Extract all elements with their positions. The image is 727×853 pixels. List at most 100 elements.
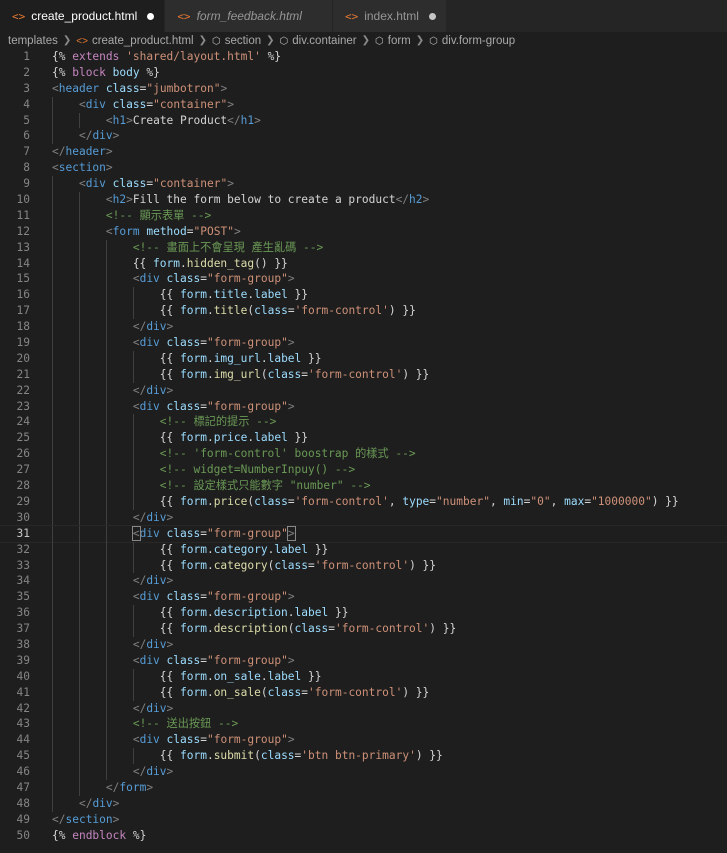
tab-form-feedback-html[interactable]: <> form_feedback.html xyxy=(165,0,333,32)
code-line[interactable]: 13 <!-- 畫面上不會呈現 產生亂碼 --> xyxy=(0,239,727,256)
code-token: hidden_tag xyxy=(186,256,255,270)
code-line[interactable]: 33 {{ form.category(class='form-control'… xyxy=(0,557,727,574)
code-line[interactable]: 50 {% endblock %} xyxy=(0,828,727,844)
code-line[interactable]: 19 <div class="form-group"> xyxy=(0,335,727,351)
code-line[interactable]: 20 {{ form.img_url.label }} xyxy=(0,350,727,367)
code-token: {{ xyxy=(52,542,180,556)
breadcrumb-item[interactable]: ⬡ section xyxy=(212,35,261,47)
code-line[interactable]: 48 </div> xyxy=(0,795,727,812)
code-token: label xyxy=(274,542,309,556)
code-line[interactable]: 39 <div class="form-group"> xyxy=(0,652,727,669)
code-line[interactable]: 12 <form method="POST"> xyxy=(0,223,727,240)
code-line[interactable]: 30 </div> xyxy=(0,509,727,526)
code-line[interactable]: 8 <section> xyxy=(0,160,727,176)
code-line[interactable]: 36 {{ form.description.label }} xyxy=(0,605,727,622)
code-token: 'form-control' xyxy=(294,494,389,508)
code-token: = xyxy=(200,336,207,350)
code-line[interactable]: 21 {{ form.img_url(class='form-control')… xyxy=(0,366,727,383)
code-line[interactable]: 43 <!-- 送出按鈕 --> xyxy=(0,716,727,733)
code-line[interactable]: 35 <div class="form-group"> xyxy=(0,589,727,606)
code-line[interactable]: 3 <header class="jumbotron"> xyxy=(0,81,727,97)
line-number: 26 xyxy=(16,447,30,461)
breadcrumb-item[interactable]: <> create_product.html xyxy=(76,35,193,47)
code-line[interactable]: 28 <!-- 設定樣式只能數字 "number" --> xyxy=(0,478,727,494)
code-line[interactable]: 18 </div> xyxy=(0,319,727,336)
code-line[interactable]: 14 {{ form.hidden_tag() }} xyxy=(0,255,727,272)
code-line[interactable]: 32 {{ form.category.label }} xyxy=(0,541,727,558)
tab-create-product-html[interactable]: <> create_product.html xyxy=(0,0,166,32)
code-editor[interactable]: 1 {% extends 'shared/layout.html' %} 2 {% b… xyxy=(0,49,727,844)
code-line[interactable]: 34 </div> xyxy=(0,573,727,590)
code-token: < xyxy=(78,97,86,111)
code-line[interactable]: 26 <!-- 'form-control' boostrap 的樣式 --> xyxy=(0,446,727,463)
code-line[interactable]: 41 {{ form.on_sale(class='form-control')… xyxy=(0,684,727,701)
code-token: < xyxy=(105,193,113,207)
code-line[interactable]: 22 </div> xyxy=(0,382,727,399)
code-token: form xyxy=(179,622,207,636)
line-number: 45 xyxy=(16,749,30,763)
code-line[interactable]: 15 <div class="form-group"> xyxy=(0,271,727,288)
code-line[interactable]: 4 <div class="container"> xyxy=(0,96,727,113)
code-token: <!-- 顯示表單 --> xyxy=(105,208,212,222)
code-text: <div class="form-group"> xyxy=(52,653,295,669)
code-token: }} xyxy=(308,542,329,556)
code-line[interactable]: 38 </div> xyxy=(0,636,727,653)
code-token: . xyxy=(287,606,295,620)
code-text: </header> xyxy=(52,144,113,160)
code-line[interactable]: 5 <h1>Create Product</h1> xyxy=(0,112,727,129)
code-line[interactable]: 11 <!-- 顯示表單 --> xyxy=(0,207,727,224)
code-token: </ xyxy=(52,812,66,826)
breadcrumb-item[interactable]: ⬡ form xyxy=(375,35,411,47)
breadcrumb-item[interactable]: ⬡ div.form-group xyxy=(429,35,515,47)
unsaved-dot-icon[interactable] xyxy=(428,12,436,20)
code-line[interactable]: 49 </section> xyxy=(0,812,727,828)
code-token: = xyxy=(287,304,295,318)
code-line[interactable]: 9 <div class="container"> xyxy=(0,176,727,193)
code-line[interactable]: 24 <!-- 標記的提示 --> xyxy=(0,414,727,431)
unsaved-dot-icon[interactable] xyxy=(147,12,155,20)
code-token: }} xyxy=(287,431,309,445)
breadcrumb-item[interactable]: ⬡ div.container xyxy=(280,35,357,47)
tab-index-html[interactable]: <> index.html xyxy=(332,0,447,32)
code-line[interactable]: 7 </header> xyxy=(0,144,727,160)
code-line[interactable]: 37 {{ form.description(class='form-contr… xyxy=(0,621,727,637)
line-number: 25 xyxy=(16,431,30,445)
code-line[interactable]: 45 {{ form.submit(class='btn btn-primary… xyxy=(0,748,727,765)
code-token: form xyxy=(179,749,207,763)
code-line[interactable]: 47 </form> xyxy=(0,779,727,796)
code-line[interactable]: 6 </div> xyxy=(0,128,727,145)
code-line[interactable]: 31 <div class="form-group"> xyxy=(0,524,727,543)
code-line[interactable]: 29 {{ form.price(class='form-control', t… xyxy=(0,493,727,510)
code-line[interactable]: 23 <div class="form-group"> xyxy=(0,398,727,415)
code-token: div xyxy=(146,765,167,779)
code-line[interactable]: 46 </div> xyxy=(0,764,727,780)
code-token: > xyxy=(146,780,154,794)
code-token: form xyxy=(179,367,207,381)
code-line[interactable]: 2 {% block body %} xyxy=(0,65,727,81)
code-token: "container" xyxy=(153,97,228,111)
code-token: "1000000" xyxy=(591,494,652,508)
code-line[interactable]: 27 <!-- widget=NumberInpuy() --> xyxy=(0,462,727,479)
code-line[interactable]: 42 </div> xyxy=(0,700,727,717)
code-line[interactable]: 17 {{ form.title(class='form-control') }… xyxy=(0,303,727,320)
code-line[interactable]: 25 {{ form.price.label }} xyxy=(0,430,727,447)
code-token: %} xyxy=(139,65,160,79)
code-text: {{ form.price.label }} xyxy=(52,430,308,446)
code-line[interactable]: 10 <h2>Fill the form below to create a p… xyxy=(0,192,727,208)
code-line[interactable]: 44 <div class="form-group"> xyxy=(0,732,727,749)
code-token: form xyxy=(179,351,207,365)
code-token: {{ xyxy=(52,288,180,302)
code-text: <!-- 顯示表單 --> xyxy=(52,208,211,224)
code-line[interactable]: 40 {{ form.on_sale.label }} xyxy=(0,668,727,685)
code-token: div xyxy=(146,383,167,397)
code-line[interactable]: 16 {{ form.title.label }} xyxy=(0,287,727,304)
code-token: <!-- 畫面上不會呈現 產生亂碼 --> xyxy=(132,240,324,254)
code-line[interactable]: 1 {% extends 'shared/layout.html' %} xyxy=(0,49,727,65)
breadcrumb-item[interactable]: templates xyxy=(8,35,58,47)
